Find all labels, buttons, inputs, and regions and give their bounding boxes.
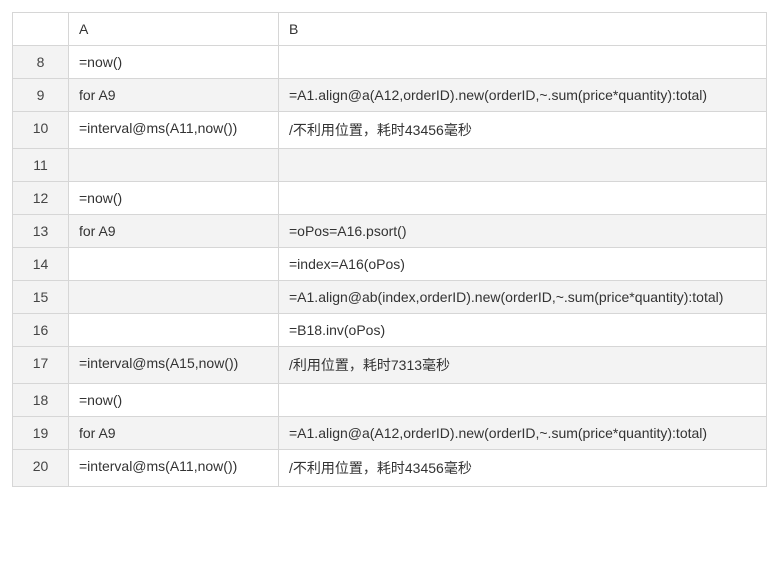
cell-A[interactable]: for A9	[69, 79, 279, 112]
cell-B[interactable]	[279, 182, 767, 215]
row-number: 12	[13, 182, 69, 215]
cell-A[interactable]: =interval@ms(A11,now())	[69, 112, 279, 149]
cell-A[interactable]: for A9	[69, 215, 279, 248]
row-number: 15	[13, 281, 69, 314]
header-row: A B	[13, 13, 767, 46]
cell-B[interactable]: /不利用位置，耗时43456毫秒	[279, 450, 767, 487]
table-row: 15 =A1.align@ab(index,orderID).new(order…	[13, 281, 767, 314]
cell-A[interactable]	[69, 281, 279, 314]
row-number: 11	[13, 149, 69, 182]
table-row: 19 for A9 =A1.align@a(A12,orderID).new(o…	[13, 417, 767, 450]
corner-cell	[13, 13, 69, 46]
cell-A[interactable]: =now()	[69, 384, 279, 417]
table-row: 12 =now()	[13, 182, 767, 215]
row-number: 9	[13, 79, 69, 112]
table-row: 17 =interval@ms(A15,now()) /利用位置，耗时7313毫…	[13, 347, 767, 384]
col-header-B: B	[279, 13, 767, 46]
cell-B[interactable]: =B18.inv(oPos)	[279, 314, 767, 347]
table-row: 13 for A9 =oPos=A16.psort()	[13, 215, 767, 248]
table-row: 8 =now()	[13, 46, 767, 79]
table-row: 10 =interval@ms(A11,now()) /不利用位置，耗时4345…	[13, 112, 767, 149]
row-number: 16	[13, 314, 69, 347]
cell-A[interactable]: =interval@ms(A11,now())	[69, 450, 279, 487]
row-number: 17	[13, 347, 69, 384]
table-row: 20 =interval@ms(A11,now()) /不利用位置，耗时4345…	[13, 450, 767, 487]
cell-B[interactable]: =index=A16(oPos)	[279, 248, 767, 281]
cell-B[interactable]: =oPos=A16.psort()	[279, 215, 767, 248]
table-row: 14 =index=A16(oPos)	[13, 248, 767, 281]
cell-B[interactable]	[279, 149, 767, 182]
spreadsheet-table: A B 8 =now() 9 for A9 =A1.align@a(A12,or…	[12, 12, 767, 487]
row-number: 10	[13, 112, 69, 149]
cell-B[interactable]	[279, 384, 767, 417]
table-row: 18 =now()	[13, 384, 767, 417]
table-row: 16 =B18.inv(oPos)	[13, 314, 767, 347]
row-number: 19	[13, 417, 69, 450]
cell-B[interactable]: =A1.align@ab(index,orderID).new(orderID,…	[279, 281, 767, 314]
row-number: 13	[13, 215, 69, 248]
cell-A[interactable]: =now()	[69, 182, 279, 215]
cell-B[interactable]: =A1.align@a(A12,orderID).new(orderID,~.s…	[279, 417, 767, 450]
row-number: 20	[13, 450, 69, 487]
table-row: 9 for A9 =A1.align@a(A12,orderID).new(or…	[13, 79, 767, 112]
cell-B[interactable]: =A1.align@a(A12,orderID).new(orderID,~.s…	[279, 79, 767, 112]
cell-A[interactable]: =interval@ms(A15,now())	[69, 347, 279, 384]
row-number: 8	[13, 46, 69, 79]
cell-B[interactable]: /利用位置，耗时7313毫秒	[279, 347, 767, 384]
cell-A[interactable]: for A9	[69, 417, 279, 450]
col-header-A: A	[69, 13, 279, 46]
table-row: 11	[13, 149, 767, 182]
cell-B[interactable]: /不利用位置，耗时43456毫秒	[279, 112, 767, 149]
row-number: 14	[13, 248, 69, 281]
row-number: 18	[13, 384, 69, 417]
cell-A[interactable]	[69, 248, 279, 281]
cell-A[interactable]	[69, 149, 279, 182]
cell-B[interactable]	[279, 46, 767, 79]
cell-A[interactable]: =now()	[69, 46, 279, 79]
cell-A[interactable]	[69, 314, 279, 347]
